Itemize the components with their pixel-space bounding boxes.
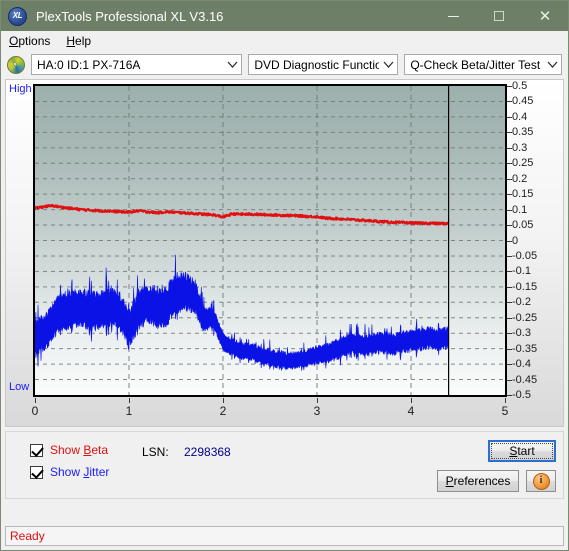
app-icon: XL <box>8 6 27 26</box>
show-jitter-label: Show Jitter <box>50 465 109 479</box>
axis-label-low: Low <box>9 381 30 393</box>
y-tick-label: -0.2 <box>512 296 531 309</box>
y-tick-label: -0.15 <box>512 280 538 293</box>
show-jitter-label-post: itter <box>89 465 110 479</box>
chart-svg <box>35 86 505 395</box>
window-title: PlexTools Professional XL V3.16 <box>36 8 224 24</box>
y-tick-label: -0.45 <box>512 373 538 386</box>
y-tick-label: 0.15 <box>512 188 534 201</box>
control-group: Show Beta Show Jitter LSN: 2298368 Start… <box>5 431 564 499</box>
menu-item-options-label: ptions <box>18 34 51 48</box>
y-tick-label: -0.4 <box>512 358 531 371</box>
maximize-icon <box>494 11 504 21</box>
x-tick-label: 4 <box>407 404 415 418</box>
show-beta-row[interactable]: Show Beta <box>30 443 108 457</box>
x-tick-label: 3 <box>313 404 321 418</box>
y-tick-label: -0.05 <box>512 249 538 262</box>
title-bar: XL PlexTools Professional XL V3.16 ✕ <box>1 1 568 31</box>
menu-item-help-label: elp <box>75 34 92 48</box>
x-tick-mark <box>35 398 36 403</box>
y-tick-label: -0.1 <box>512 265 531 278</box>
drive-select[interactable]: HA:0 ID:1 PX-716A <box>31 54 243 75</box>
y-tick-label: 0.1 <box>512 203 528 216</box>
disc-icon <box>7 55 25 74</box>
chevron-down-icon <box>543 61 561 68</box>
start-button-focus-ring <box>491 443 553 459</box>
lsn-label: LSN: <box>142 445 169 459</box>
x-tick-label: 0 <box>31 404 39 418</box>
x-tick-mark <box>223 398 224 403</box>
show-jitter-row[interactable]: Show Jitter <box>30 465 109 479</box>
y-tick-label: 0.45 <box>512 95 534 108</box>
preferences-button[interactable]: Preferences <box>437 470 519 492</box>
app-icon-text: XL <box>12 11 23 20</box>
function-select[interactable]: DVD Diagnostic Functions <box>248 54 399 75</box>
minimize-icon <box>447 15 459 17</box>
show-beta-label: Show Beta <box>50 443 108 457</box>
start-button[interactable]: Start <box>488 440 556 462</box>
y-tick-label: 0.25 <box>512 157 534 170</box>
show-jitter-label-pre: Show <box>50 465 84 479</box>
test-select-value: Q-Check Beta/Jitter Test <box>410 57 541 72</box>
x-tick-label: 1 <box>125 404 133 418</box>
menu-bar: Options Help <box>1 31 568 51</box>
drive-select-value: HA:0 ID:1 PX-716A <box>37 57 141 72</box>
x-tick-label: 5 <box>501 404 509 418</box>
y-tick-label: 0.4 <box>512 110 528 123</box>
info-icon: i <box>532 472 550 490</box>
close-button[interactable]: ✕ <box>522 1 568 31</box>
chart-panel: High Low 0.5 0.45 0.4 0.35 0.3 0.25 0.2 0.15 0.1… <box>5 79 564 427</box>
x-tick-mark <box>411 398 412 403</box>
menu-item-options[interactable]: Options <box>7 33 58 49</box>
preferences-button-label: Preferences <box>446 474 511 488</box>
function-select-value: DVD Diagnostic Functions <box>254 57 380 72</box>
y-tick-label: 0.5 <box>512 80 528 92</box>
y-tick-label: 0.35 <box>512 126 534 139</box>
y-tick-label: -0.3 <box>512 327 531 340</box>
x-tick-mark <box>129 398 130 403</box>
show-beta-checkbox[interactable] <box>30 443 43 457</box>
chevron-down-icon <box>223 61 241 68</box>
y-tick-label: 0.05 <box>512 219 534 231</box>
x-tick-mark <box>317 398 318 403</box>
menu-item-help[interactable]: Help <box>64 33 99 49</box>
prefs-post: references <box>453 474 511 488</box>
y-tick-label: -0.5 <box>512 389 531 401</box>
y-tick-label: 0 <box>512 234 519 247</box>
close-icon: ✕ <box>538 7 552 25</box>
lsn-value: 2298368 <box>184 445 231 459</box>
chevron-down-icon <box>379 61 397 68</box>
maximize-button[interactable] <box>476 1 522 31</box>
prefs-accel: P <box>445 474 454 488</box>
info-button[interactable]: i <box>526 470 556 492</box>
x-tick-mark <box>505 398 506 403</box>
status-bar: Ready <box>5 526 564 546</box>
minimize-button[interactable] <box>430 1 476 31</box>
application-window: XL PlexTools Professional XL V3.16 ✕ Opt… <box>0 0 569 551</box>
window-controls: ✕ <box>430 1 568 31</box>
show-jitter-checkbox[interactable] <box>30 465 43 479</box>
y-tick-label: 0.3 <box>512 141 528 154</box>
axis-label-high: High <box>9 83 32 95</box>
info-icon-glyph: i <box>539 475 543 486</box>
plot-area <box>33 84 507 397</box>
show-beta-label-post: eta <box>91 443 109 457</box>
test-select[interactable]: Q-Check Beta/Jitter Test <box>404 54 562 75</box>
y-tick-label: -0.35 <box>512 342 538 355</box>
toolbar: HA:0 ID:1 PX-716A DVD Diagnostic Functio… <box>1 51 568 78</box>
y-tick-label: 0.2 <box>512 172 528 185</box>
show-beta-label-pre: Show <box>50 443 84 457</box>
status-text: Ready <box>10 529 45 543</box>
x-tick-label: 2 <box>219 404 227 418</box>
y-tick-label: -0.25 <box>512 311 538 324</box>
